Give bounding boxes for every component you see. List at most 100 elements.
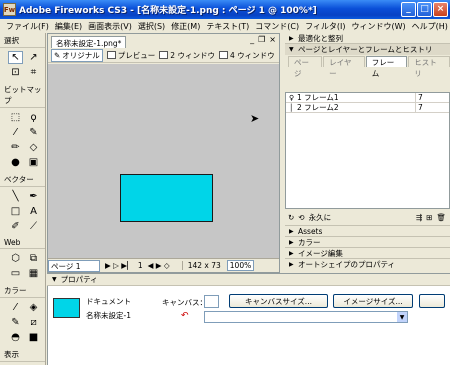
loop-icon[interactable]: ⟲ [298, 213, 304, 222]
zoom-select[interactable]: 100% [226, 260, 255, 271]
colors-panel-header[interactable]: ▶ カラー [285, 236, 450, 247]
tools-section-bitmap: ビットマップ [0, 82, 45, 108]
loop-setting[interactable]: 永久に [309, 212, 332, 223]
expand-arrow-icon: ▶ [289, 260, 294, 268]
2up-view-icon [159, 51, 169, 59]
expand-arrow-icon: ▶ [289, 238, 294, 246]
menu-file[interactable]: ファイル(F) [3, 21, 52, 32]
view-2up-button[interactable]: 2 ウィンドウ [159, 50, 215, 61]
pointer-tool-icon[interactable]: ↖ [8, 51, 23, 64]
menu-view[interactable]: 画面表示(V) [85, 21, 135, 32]
pencil-tool-icon[interactable]: ✏ [8, 141, 23, 154]
onion-skin-icon[interactable]: ♀ [289, 94, 297, 102]
document-thumbnail [53, 298, 80, 318]
image-edit-panel-header[interactable]: ▶ イメージ編集 [285, 247, 450, 258]
doc-minimize-icon[interactable]: _ [250, 35, 254, 44]
tools-panel: 選択 ↖ ↗ ⊡ ⌗ ビットマップ ⬚ ϙ ⁄ ✎ ✏ ◇ ● ▣ ベクター ╲… [0, 33, 46, 365]
tools-section-colors: カラー [0, 283, 45, 298]
fit-canvas-button[interactable] [419, 294, 445, 308]
autoshape-panel-header[interactable]: ▶ オートシェイプのプロパティ [285, 258, 450, 269]
tab-frames[interactable]: フレーム [365, 56, 408, 78]
minimize-button[interactable]: _ [401, 2, 416, 17]
show-slices-icon[interactable]: ▦ [26, 267, 41, 280]
magic-wand-tool-icon[interactable]: ⁄ [8, 126, 23, 139]
freeform-tool-icon[interactable]: ✐ [8, 220, 23, 233]
tools-section-web: Web [0, 236, 45, 249]
undo-icon[interactable]: ↶ [181, 311, 189, 321]
menu-edit[interactable]: 編集(E) [52, 21, 85, 32]
rectangle-tool-icon[interactable]: □ [8, 205, 23, 218]
assets-panel-header[interactable]: ▶ Assets [285, 225, 450, 236]
subselect-tool-icon[interactable]: ↗ [26, 51, 41, 64]
tab-pages[interactable]: ページ [288, 56, 323, 78]
delete-frame-icon[interactable]: 🗑 [436, 213, 446, 222]
collapse-arrow-icon: ▼ [289, 46, 294, 53]
menu-commands[interactable]: コマンド(C) [252, 21, 302, 32]
menu-text[interactable]: テキスト(T) [203, 21, 252, 32]
scale-tool-icon[interactable]: ⊡ [8, 66, 23, 79]
mouse-cursor-icon: ➤ [250, 112, 260, 125]
frame-controls[interactable]: ▶ ▷ ▶▏ [105, 261, 133, 270]
crop-tool-icon[interactable]: ⌗ [26, 66, 41, 79]
document-tab[interactable]: 名称未設定-1.png* [51, 36, 127, 48]
gif-animation-icon[interactable]: ↻ [288, 213, 294, 222]
menu-help[interactable]: ヘルプ(H) [409, 21, 450, 32]
menu-filters[interactable]: フィルタ(I) [302, 21, 348, 32]
page-selector[interactable]: ページ 1 [48, 259, 100, 272]
brush-tool-icon[interactable]: ✎ [26, 126, 41, 139]
fireworks-app-icon: Fw [3, 3, 16, 16]
doc-close-icon[interactable]: × [269, 35, 276, 44]
blur-tool-icon[interactable]: ● [8, 156, 23, 169]
frame-row-2[interactable]: │ 2 フレーム2 7 [286, 103, 449, 113]
new-frame-icon[interactable]: ⊞ [426, 213, 432, 222]
canvas-color-swatch[interactable] [204, 295, 219, 308]
eyedropper-tool-icon[interactable]: ⁄ [8, 301, 23, 314]
tab-layers[interactable]: レイヤー [323, 56, 365, 78]
view-4up-button[interactable]: 4 ウィンドウ [218, 50, 275, 61]
doc-restore-icon[interactable]: ❐ [258, 35, 265, 44]
maximize-button[interactable]: □ [417, 2, 432, 17]
properties-panel-header[interactable]: ▼ プロパティ [47, 274, 450, 286]
tools-section-select: 選択 [0, 33, 45, 48]
line-tool-icon[interactable]: ╲ [8, 190, 23, 203]
optimize-panel-header[interactable]: ▶ 最適化と整列 [285, 33, 450, 44]
tab-history[interactable]: ヒストリ [408, 56, 450, 78]
view-preview-button[interactable]: プレビュー [106, 50, 155, 61]
marquee-tool-icon[interactable]: ⬚ [8, 111, 23, 124]
view-bar: ✎ オリジナル プレビュー 2 ウィンドウ 4 ウィンドウ [48, 48, 279, 63]
expand-arrow-icon: ▶ [289, 34, 294, 42]
pen-tool-icon[interactable]: ✒ [26, 190, 41, 203]
frames-footer: ↻ ⟲ 永久に ⇶ ⊞ 🗑 [285, 211, 450, 223]
current-frame: 1 [137, 261, 143, 270]
view-original-button[interactable]: ✎ オリジナル [51, 48, 103, 62]
canvas-area[interactable]: ➤ [48, 64, 279, 259]
paint-bucket-tool-icon[interactable]: ◈ [26, 301, 41, 314]
canvas-size-button[interactable]: キャンバスサイズ... [229, 294, 328, 308]
slice-tool-icon[interactable]: ⧉ [26, 252, 41, 265]
fill-swatch-icon[interactable]: ■ [26, 331, 41, 344]
rubber-stamp-tool-icon[interactable]: ▣ [26, 156, 41, 169]
menu-window[interactable]: ウィンドウ(W) [349, 21, 409, 32]
canvas-dimensions: 142 x 73 [181, 261, 221, 270]
frame-nav-controls[interactable]: ◀ ▶ ◇ [148, 261, 170, 270]
stroke-color-icon[interactable]: ✎ [8, 316, 23, 329]
hide-slices-icon[interactable]: ▭ [8, 267, 23, 280]
document-label: ドキュメント [86, 297, 131, 306]
distribute-to-frames-icon[interactable]: ⇶ [416, 213, 422, 222]
menu-modify[interactable]: 修正(M) [168, 21, 203, 32]
collapse-arrow-icon: ▼ [52, 276, 57, 283]
hotspot-tool-icon[interactable]: ⬡ [8, 252, 23, 265]
fill-color-icon[interactable]: ◓ [8, 331, 23, 344]
lasso-tool-icon[interactable]: ϙ [26, 111, 41, 124]
text-tool-icon[interactable]: A [26, 205, 41, 218]
pages-panel-header[interactable]: ▼ ページとレイヤーとフレームとヒストリ [285, 44, 450, 55]
cyan-rectangle-shape[interactable] [120, 174, 213, 222]
image-size-button[interactable]: イメージサイズ... [333, 294, 413, 308]
knife-tool-icon[interactable]: ⟋ [26, 220, 41, 233]
eraser-tool-icon[interactable]: ◇ [26, 141, 41, 154]
menu-select[interactable]: 選択(S) [135, 21, 168, 32]
frames-list: ♀ 1 フレーム1 7 │ 2 フレーム2 7 [285, 92, 450, 209]
close-button[interactable]: × [433, 2, 448, 17]
document-select[interactable]: ▼ [204, 311, 408, 323]
stroke-swatch-icon[interactable]: ⧄ [26, 316, 41, 329]
